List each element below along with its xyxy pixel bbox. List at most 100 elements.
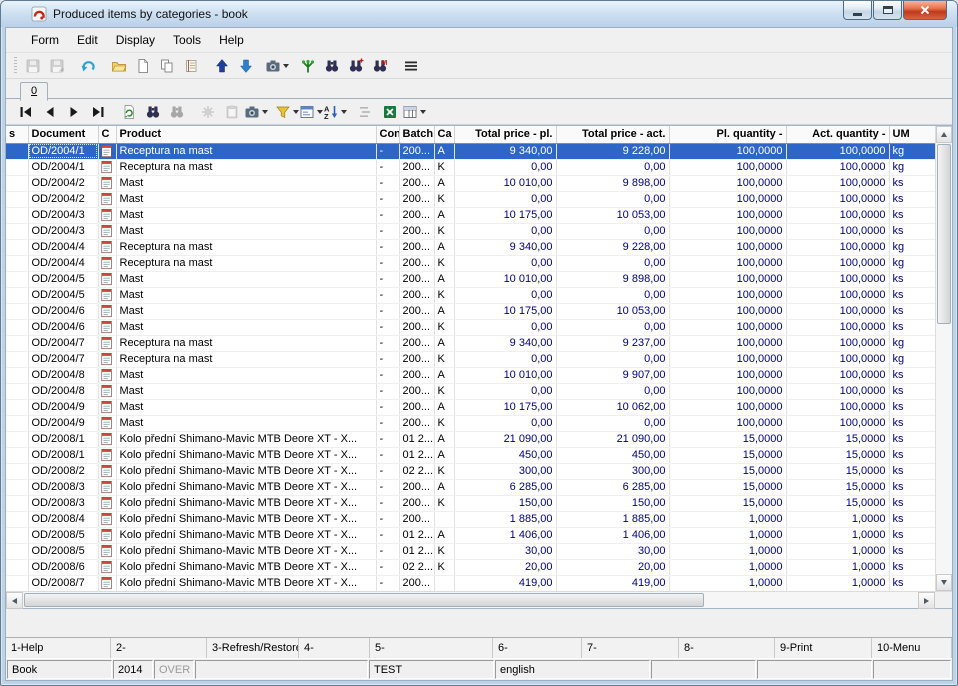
- cell-batch[interactable]: 02 2...: [399, 463, 434, 479]
- cell-s[interactable]: [6, 351, 28, 367]
- menu-help[interactable]: Help: [210, 29, 253, 51]
- cell-product[interactable]: Mast: [116, 287, 376, 303]
- cell-doc[interactable]: OD/2008/5: [28, 527, 98, 543]
- cell-s[interactable]: [6, 143, 28, 159]
- notebook-button[interactable]: [179, 55, 203, 77]
- cell-ca[interactable]: A: [434, 431, 454, 447]
- cell-ca[interactable]: A: [434, 239, 454, 255]
- cell-product[interactable]: Kolo přední Shimano-Mavic MTB Deore XT -…: [116, 431, 376, 447]
- cell-p2[interactable]: 0,00: [556, 351, 669, 367]
- cell-doc[interactable]: OD/2004/8: [28, 383, 98, 399]
- copy-button[interactable]: [155, 55, 179, 77]
- cell-p2[interactable]: 419,00: [556, 575, 669, 591]
- cell-batch[interactable]: 200...: [399, 207, 434, 223]
- cell-ca[interactable]: A: [434, 143, 454, 159]
- cell-q1[interactable]: 15,0000: [669, 447, 786, 463]
- cell-batch[interactable]: 200...: [399, 415, 434, 431]
- cell-ca[interactable]: A: [434, 367, 454, 383]
- cell-doc[interactable]: OD/2004/9: [28, 399, 98, 415]
- menu-edit[interactable]: Edit: [68, 29, 107, 51]
- cell-um[interactable]: ks: [889, 511, 935, 527]
- cell-con[interactable]: -: [376, 255, 399, 271]
- cell-product[interactable]: Receptura na mast: [116, 159, 376, 175]
- cell-q1[interactable]: 100,0000: [669, 239, 786, 255]
- table-row[interactable]: OD/2004/8Mast-200...K0,000,00100,0000100…: [6, 383, 935, 399]
- product-item-icon[interactable]: [98, 159, 116, 175]
- move-down-button[interactable]: [234, 55, 258, 77]
- cell-ca[interactable]: [434, 575, 454, 591]
- tab-0[interactable]: 0: [20, 82, 48, 101]
- cell-doc[interactable]: OD/2004/6: [28, 303, 98, 319]
- cell-um[interactable]: ks: [889, 495, 935, 511]
- cell-s[interactable]: [6, 255, 28, 271]
- horizontal-scroll-thumb[interactable]: [24, 593, 704, 607]
- table-row[interactable]: OD/2004/6Mast-200...K0,000,00100,0000100…: [6, 319, 935, 335]
- cell-q2[interactable]: 100,0000: [786, 143, 889, 159]
- table-row[interactable]: OD/2008/5Kolo přední Shimano-Mavic MTB D…: [6, 527, 935, 543]
- cell-con[interactable]: -: [376, 527, 399, 543]
- cell-um[interactable]: ks: [889, 303, 935, 319]
- cell-s[interactable]: [6, 319, 28, 335]
- cell-p2[interactable]: 20,00: [556, 559, 669, 575]
- cell-batch[interactable]: 200...: [399, 255, 434, 271]
- cell-doc[interactable]: OD/2004/1: [28, 159, 98, 175]
- cell-p1[interactable]: 1 885,00: [454, 511, 556, 527]
- cell-con[interactable]: -: [376, 575, 399, 591]
- cell-p1[interactable]: 419,00: [454, 575, 556, 591]
- dropdown-arrow-icon[interactable]: [420, 110, 426, 114]
- fkey-5[interactable]: 5-: [370, 638, 493, 658]
- cell-p1[interactable]: 10 175,00: [454, 303, 556, 319]
- cell-ca[interactable]: K: [434, 191, 454, 207]
- cell-s[interactable]: [6, 495, 28, 511]
- cell-ca[interactable]: A: [434, 303, 454, 319]
- cell-batch[interactable]: 200...: [399, 479, 434, 495]
- cell-doc[interactable]: OD/2004/7: [28, 335, 98, 351]
- fkey-1-help[interactable]: 1-Help: [6, 638, 111, 658]
- cell-ca[interactable]: A: [434, 175, 454, 191]
- cell-product[interactable]: Kolo přední Shimano-Mavic MTB Deore XT -…: [116, 511, 376, 527]
- cell-con[interactable]: -: [376, 175, 399, 191]
- cell-q1[interactable]: 100,0000: [669, 191, 786, 207]
- cell-p1[interactable]: 9 340,00: [454, 143, 556, 159]
- table-row[interactable]: OD/2004/7Receptura na mast-200...A9 340,…: [6, 335, 935, 351]
- cell-s[interactable]: [6, 543, 28, 559]
- column-header-icon[interactable]: C: [98, 126, 116, 143]
- form-view-button[interactable]: [299, 101, 323, 123]
- export-excel-button[interactable]: [378, 101, 402, 123]
- cell-q1[interactable]: 100,0000: [669, 207, 786, 223]
- cell-q2[interactable]: 1,0000: [786, 575, 889, 591]
- cell-batch[interactable]: 200...: [399, 239, 434, 255]
- cell-p2[interactable]: 1 885,00: [556, 511, 669, 527]
- open-button[interactable]: [107, 55, 131, 77]
- cell-doc[interactable]: OD/2004/2: [28, 191, 98, 207]
- cell-um[interactable]: ks: [889, 479, 935, 495]
- cell-um[interactable]: kg: [889, 143, 935, 159]
- cell-p1[interactable]: 0,00: [454, 191, 556, 207]
- cell-doc[interactable]: OD/2008/6: [28, 559, 98, 575]
- cell-q1[interactable]: 100,0000: [669, 255, 786, 271]
- cell-doc[interactable]: OD/2004/1: [28, 143, 98, 159]
- cell-batch[interactable]: 200...: [399, 351, 434, 367]
- product-item-icon[interactable]: [98, 303, 116, 319]
- product-item-icon[interactable]: [98, 223, 116, 239]
- table-row[interactable]: OD/2004/9Mast-200...A10 175,0010 062,001…: [6, 399, 935, 415]
- product-item-icon[interactable]: [98, 447, 116, 463]
- cell-p2[interactable]: 0,00: [556, 159, 669, 175]
- fkey-10-menu[interactable]: 10-Menu: [872, 638, 952, 658]
- cell-q1[interactable]: 100,0000: [669, 335, 786, 351]
- cell-batch[interactable]: 200...: [399, 191, 434, 207]
- cell-q2[interactable]: 1,0000: [786, 543, 889, 559]
- cell-p2[interactable]: 9 228,00: [556, 239, 669, 255]
- cell-q1[interactable]: 100,0000: [669, 143, 786, 159]
- cell-um[interactable]: kg: [889, 255, 935, 271]
- find-button[interactable]: [320, 55, 344, 77]
- cell-p1[interactable]: 0,00: [454, 351, 556, 367]
- cell-p2[interactable]: 0,00: [556, 319, 669, 335]
- fkey-2[interactable]: 2-: [111, 638, 207, 658]
- fkey-6[interactable]: 6-: [493, 638, 582, 658]
- cell-p2[interactable]: 6 285,00: [556, 479, 669, 495]
- cell-product[interactable]: Receptura na mast: [116, 239, 376, 255]
- cell-q1[interactable]: 15,0000: [669, 431, 786, 447]
- table-row[interactable]: OD/2008/1Kolo přední Shimano-Mavic MTB D…: [6, 431, 935, 447]
- cell-q2[interactable]: 100,0000: [786, 271, 889, 287]
